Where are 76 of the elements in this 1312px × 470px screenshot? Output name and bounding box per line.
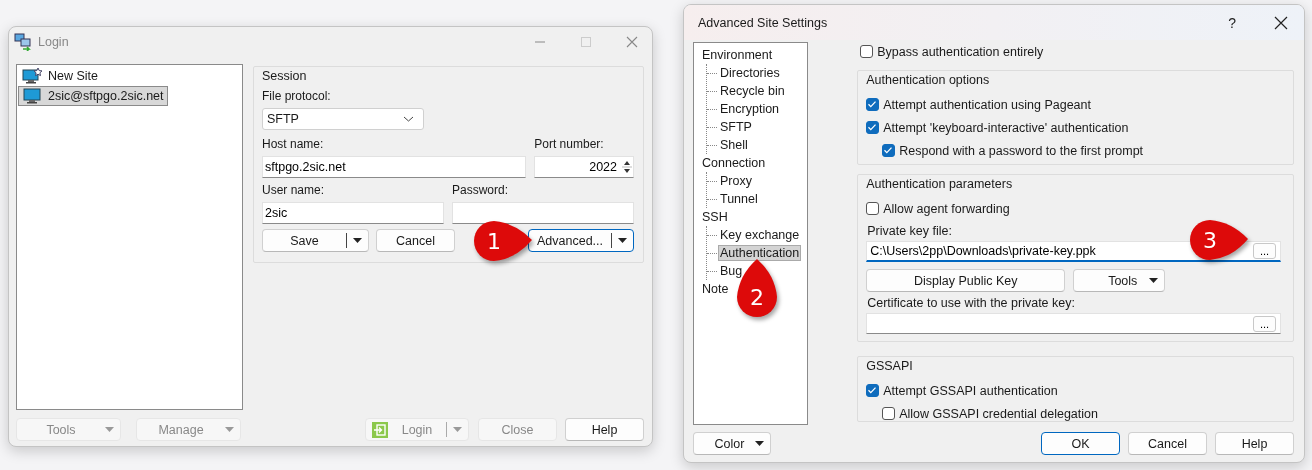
close-icon[interactable]	[1274, 15, 1288, 30]
tree-item[interactable]: Bug	[718, 263, 745, 279]
checkbox-label: Attempt authentication using Pageant	[883, 97, 1091, 112]
password-field[interactable]	[452, 202, 634, 224]
browse-button[interactable]: ...	[1253, 315, 1276, 332]
button[interactable]: Help	[1215, 432, 1294, 455]
checkbox-label: Respond with a password to the first prompt	[899, 143, 1144, 158]
group-title: Authentication options	[866, 73, 991, 89]
tree-item[interactable]: Directories	[718, 65, 782, 81]
checkbox-label: Attempt 'keyboard-interactive' authentication	[883, 120, 1129, 135]
site-item[interactable]: New Site	[18, 66, 103, 86]
field-label: Private key file:	[867, 224, 953, 239]
caret-icon	[353, 238, 362, 243]
button[interactable]: OK	[1041, 432, 1120, 455]
tree-item[interactable]: Key exchange	[718, 227, 802, 243]
checkbox[interactable]	[866, 202, 880, 215]
button[interactable]: Cancel	[1128, 432, 1207, 455]
group-title: Session	[262, 69, 308, 85]
field-label: Host name:	[262, 137, 325, 152]
field-label: Port number:	[534, 137, 605, 152]
button[interactable]: Color	[693, 432, 771, 455]
caret-icon	[755, 441, 764, 446]
caret-icon	[453, 427, 462, 432]
field-label: Certificate to use with the private key:	[867, 296, 1076, 311]
checkbox-label: Allow GSSAPI credential delegation	[899, 406, 1098, 421]
window-title: Login	[38, 34, 69, 49]
file-field[interactable]: ...	[866, 313, 1281, 334]
tree-item[interactable]: Encryption	[718, 101, 782, 117]
field-label: Password:	[452, 183, 510, 198]
enter-icon	[372, 421, 388, 438]
caret-icon	[225, 427, 234, 432]
caret-icon	[105, 427, 114, 432]
checkbox-label: Bypass authentication entirely	[877, 44, 1044, 59]
checkbox[interactable]	[882, 144, 896, 157]
tree-item[interactable]: Environment	[700, 47, 775, 63]
button[interactable]: Help	[565, 418, 644, 441]
checkbox[interactable]	[866, 98, 880, 111]
checkbox[interactable]	[860, 45, 874, 58]
tree-item[interactable]: SSH	[700, 209, 730, 225]
caret-icon	[1149, 278, 1159, 283]
help-button[interactable]: ?	[1226, 14, 1238, 31]
button[interactable]: Advanced...	[528, 229, 634, 252]
button[interactable]: Cancel	[376, 229, 455, 252]
tree-item[interactable]: Proxy	[718, 173, 754, 189]
checkbox-label: Attempt GSSAPI authentication	[883, 383, 1058, 398]
browse-button[interactable]: ...	[1253, 243, 1276, 259]
site-item[interactable]: 2sic@sftpgo.2sic.net	[18, 86, 168, 106]
monitor-icon	[22, 88, 42, 104]
tree-item[interactable]: SFTP	[718, 119, 754, 135]
checkbox-label: Allow agent forwarding	[883, 201, 1010, 216]
protocol-dropdown[interactable]: SFTP	[262, 108, 424, 130]
host-field[interactable]: sftpgo.2sic.net	[262, 156, 527, 178]
port-field[interactable]: 2022	[534, 156, 634, 178]
chevron-icon	[403, 116, 414, 122]
tree-item[interactable]: Tunnel	[718, 191, 760, 207]
field-label: File protocol:	[262, 89, 332, 104]
group-title: GSSAPI	[866, 359, 914, 375]
user-field[interactable]: 2sic	[262, 202, 444, 224]
tree-item[interactable]: Connection	[700, 155, 768, 171]
checkbox[interactable]	[866, 384, 880, 397]
tree-item[interactable]: Shell	[718, 137, 750, 153]
tree-item[interactable]: Authentication	[718, 245, 802, 261]
button[interactable]: Tools	[1073, 269, 1166, 292]
checkbox[interactable]	[866, 121, 880, 134]
tree-item[interactable]: Recycle bin	[718, 83, 787, 99]
step-marker: 3	[1188, 218, 1248, 262]
field-label: User name:	[262, 183, 326, 198]
step-marker: 1	[472, 219, 532, 263]
window-title: Advanced Site Settings	[698, 15, 828, 30]
button[interactable]: Display Public Key	[866, 269, 1066, 292]
button[interactable]: Save	[262, 229, 369, 252]
tree-item[interactable]: Note	[700, 281, 731, 297]
caret-icon	[618, 238, 627, 243]
computers-icon	[14, 32, 32, 51]
checkbox[interactable]	[882, 407, 896, 420]
group-title: Authentication parameters	[866, 177, 1014, 193]
